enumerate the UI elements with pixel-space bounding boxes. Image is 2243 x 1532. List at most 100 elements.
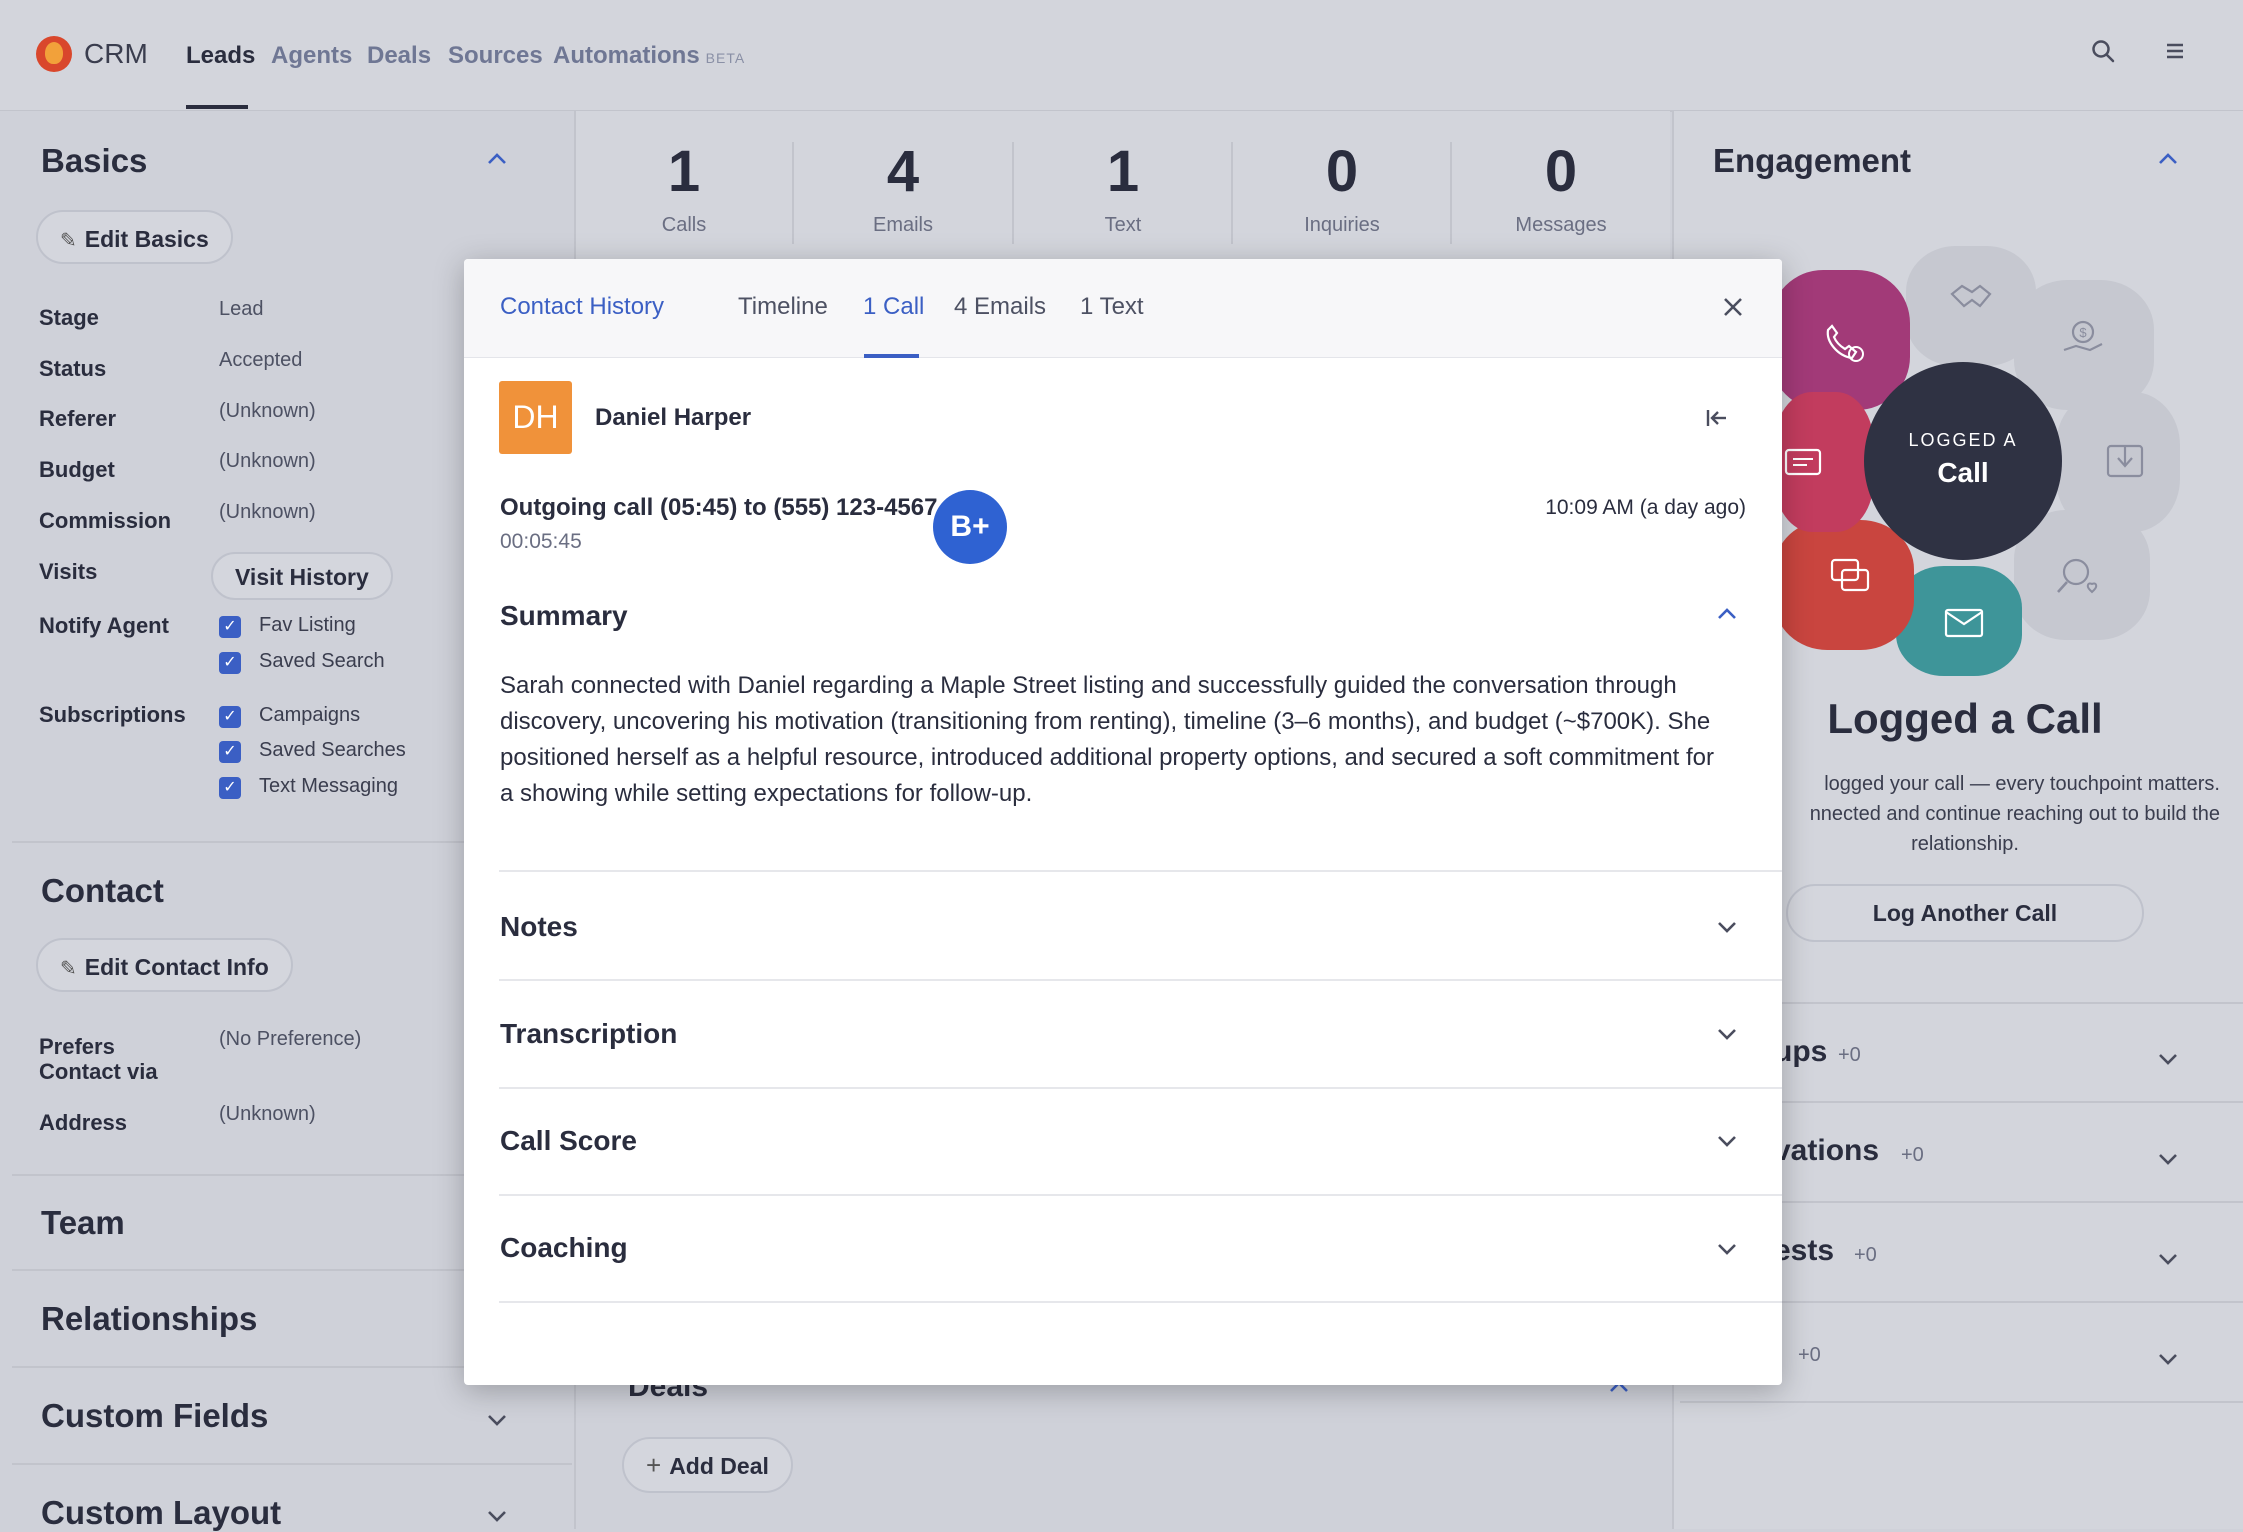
collapsed-section-count: +0 (1838, 1044, 1861, 1066)
transcription-title[interactable]: Transcription (500, 1018, 677, 1050)
chevron-down-icon[interactable] (1716, 1242, 1738, 1261)
prefers-value: (No Preference) (219, 1028, 362, 1050)
subscriptions-label: Subscriptions (39, 702, 186, 727)
collapsed-section-label[interactable]: ests (1774, 1234, 1834, 1268)
call-score-title[interactable]: Call Score (500, 1125, 637, 1157)
nav-active-indicator (186, 105, 248, 109)
collapsed-section-count: +0 (1854, 1244, 1877, 1266)
chevron-up-icon[interactable] (482, 146, 512, 172)
logged-call-dial: LOGGED A Call (1864, 362, 2062, 560)
check-icon[interactable]: ✓ (219, 706, 241, 728)
chevron-down-icon[interactable] (2153, 1046, 2183, 1072)
visit-history-button[interactable]: Visit History (211, 552, 393, 600)
summary-title[interactable]: Summary (500, 600, 628, 632)
commission-value: (Unknown) (219, 501, 316, 523)
check-icon[interactable]: ✓ (219, 741, 241, 763)
chevron-up-icon[interactable] (1716, 607, 1738, 626)
add-deal-button[interactable]: + Add Deal (622, 1437, 793, 1493)
chevron-down-icon[interactable] (2153, 1246, 2183, 1272)
chevron-down-icon[interactable] (1716, 1134, 1738, 1153)
edit-basics-button[interactable]: ✎ Edit Basics (36, 210, 233, 264)
chevron-down-icon[interactable] (2153, 1146, 2183, 1172)
edit-contact-button[interactable]: ✎ Edit Contact Info (36, 938, 293, 992)
divider (499, 1301, 1782, 1303)
calls-count: 1 (667, 139, 701, 204)
collapsed-section-label[interactable]: vations (1774, 1134, 1879, 1168)
budget-label: Budget (39, 457, 115, 482)
menu-icon[interactable] (2160, 38, 2190, 68)
campaigns-label: Campaigns (259, 704, 361, 726)
call-duration: 00:05:45 (500, 530, 582, 553)
nav-leads[interactable]: Leads (186, 42, 255, 70)
nav-deals[interactable]: Deals (367, 42, 431, 70)
engagement-message-1: logged your call — every touchpoint matt… (1824, 773, 2220, 795)
chevron-down-icon[interactable] (482, 1503, 512, 1529)
coaching-title[interactable]: Coaching (500, 1232, 628, 1264)
divider (499, 870, 1782, 872)
add-deal-label: Add Deal (669, 1453, 769, 1479)
edit-basics-label: Edit Basics (84, 226, 209, 252)
engagement-message-2: nnected and continue reaching out to bui… (1809, 803, 2220, 825)
emails-label: Emails (872, 214, 933, 236)
avatar: DH (499, 381, 572, 454)
inquiries-count: 0 (1325, 139, 1359, 204)
brand-name: CRM (84, 38, 148, 69)
collapsed-section-label[interactable]: ups (1774, 1035, 1827, 1069)
tab-contact-history[interactable]: Contact History (500, 293, 664, 321)
chat-icon (1826, 552, 1876, 602)
pencil-icon: ✎ (60, 958, 77, 980)
chevron-down-icon[interactable] (482, 1407, 512, 1433)
custom-fields-title[interactable]: Custom Fields (41, 1397, 268, 1435)
team-title[interactable]: Team (41, 1204, 125, 1242)
call-timestamp: 10:09 AM (a day ago) (1545, 496, 1746, 519)
engagement-message-3: relationship. (1911, 833, 2019, 855)
inquiries-label: Inquiries (1304, 214, 1380, 236)
search-icon[interactable] (2088, 38, 2118, 68)
tab-active-indicator (864, 354, 919, 358)
saved-search-label: Saved Search (259, 650, 385, 672)
fav-listing-label: Fav Listing (259, 614, 356, 636)
collapse-left-icon[interactable] (1704, 406, 1730, 430)
call-grade-badge[interactable]: B+ (933, 490, 1007, 564)
nav-automations[interactable]: Automations BETA (553, 42, 745, 70)
address-value: (Unknown) (219, 1103, 316, 1125)
tab-texts[interactable]: 1 Text (1080, 293, 1144, 321)
check-icon[interactable]: ✓ (219, 652, 241, 674)
tab-emails[interactable]: 4 Emails (954, 293, 1046, 321)
tab-calls[interactable]: 1 Call (863, 293, 924, 321)
status-label: Status (39, 356, 107, 381)
tab-timeline[interactable]: Timeline (738, 293, 828, 321)
message-icon (1782, 444, 1826, 484)
close-icon[interactable] (1720, 294, 1746, 320)
nav-agents[interactable]: Agents (271, 42, 352, 70)
chevron-down-icon[interactable] (1716, 920, 1738, 939)
notes-title[interactable]: Notes (500, 911, 578, 943)
chevron-down-icon[interactable] (1716, 1027, 1738, 1046)
chevron-up-icon[interactable] (2153, 146, 2183, 172)
engagement-headline: Logged a Call (1827, 695, 2103, 742)
check-icon[interactable]: ✓ (219, 777, 241, 799)
relationships-title[interactable]: Relationships (41, 1300, 257, 1338)
contact-title: Contact (41, 872, 164, 909)
beta-badge: BETA (705, 50, 746, 66)
contact-via-label: Contact via (39, 1059, 158, 1084)
magnifier-heart-icon (2052, 550, 2108, 606)
custom-layout-title[interactable]: Custom Layout (41, 1494, 281, 1532)
nav-sources[interactable]: Sources (448, 42, 543, 70)
prefers-label: Prefers (39, 1034, 115, 1059)
pencil-icon: ✎ (60, 230, 77, 252)
handshake-icon (1946, 272, 1996, 322)
chevron-down-icon[interactable] (2153, 1346, 2183, 1372)
money-hand-icon: $ (2058, 314, 2108, 364)
check-icon[interactable]: ✓ (219, 616, 241, 638)
divider (499, 1087, 1782, 1089)
status-value: Accepted (219, 349, 303, 371)
text-messaging-label: Text Messaging (259, 775, 398, 797)
text-count: 1 (1106, 139, 1140, 204)
plus-icon: + (646, 1450, 662, 1480)
emails-count: 4 (886, 139, 920, 204)
call-title: Outgoing call (05:45) to (555) 123-4567 (500, 494, 938, 521)
log-another-call-button[interactable]: Log Another Call (1786, 884, 2144, 942)
divider (12, 1463, 572, 1465)
contact-name[interactable]: Daniel Harper (595, 404, 751, 432)
